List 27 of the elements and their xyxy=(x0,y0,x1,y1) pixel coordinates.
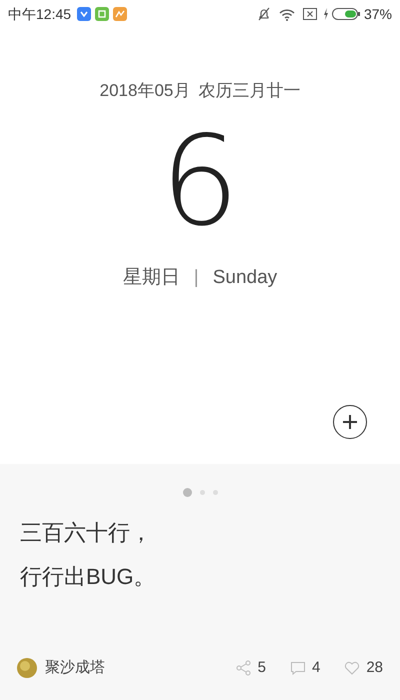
separator: | xyxy=(194,266,199,290)
count: 28 xyxy=(366,658,383,678)
no-sim-icon xyxy=(302,8,317,20)
count: 5 xyxy=(258,658,266,678)
plus-icon xyxy=(342,414,358,430)
mute-bell-icon xyxy=(256,7,271,21)
share-icon[interactable] xyxy=(236,660,252,676)
comment-icon[interactable] xyxy=(290,660,306,676)
battery-icon xyxy=(332,8,360,20)
wifi-icon xyxy=(278,8,295,20)
battery-level: 37% xyxy=(364,4,392,24)
author-name: 聚沙成塔 xyxy=(45,658,105,678)
count: 4 xyxy=(312,658,320,678)
weekday-chinese: 星期日 xyxy=(122,266,180,290)
day-number: 6 xyxy=(160,112,240,252)
add-button[interactable] xyxy=(333,405,367,439)
status-time: 中午12:45 xyxy=(8,4,72,24)
lunar-date: 农历三月廿一 xyxy=(198,80,300,102)
quote-line: 行行出BUG。 xyxy=(20,563,157,591)
heart-icon[interactable] xyxy=(344,660,360,676)
charging-icon xyxy=(322,8,329,20)
app-icon xyxy=(95,7,110,21)
app-icon xyxy=(113,7,128,21)
month-label: 2018年05月 xyxy=(100,80,190,102)
weekday-english: Sunday xyxy=(212,266,278,290)
quote-line: 三百六十行， xyxy=(20,519,153,547)
avatar xyxy=(17,658,37,678)
